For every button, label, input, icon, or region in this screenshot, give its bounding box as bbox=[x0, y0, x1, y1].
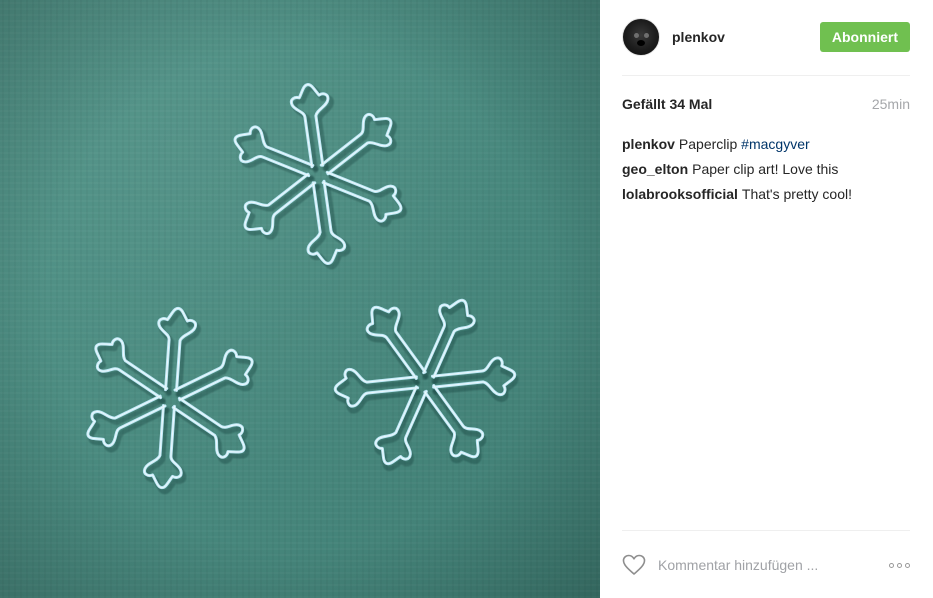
paperclip-snowflakes bbox=[0, 0, 600, 598]
post-sidebar: plenkov Abonniert Gefällt 34 Mal 25min p… bbox=[600, 0, 933, 598]
follow-button[interactable]: Abonniert bbox=[819, 22, 910, 52]
comments-list: plenkov Paperclip #macgyver geo_elton Pape… bbox=[622, 132, 910, 207]
more-options-icon[interactable] bbox=[889, 562, 910, 568]
post-footer bbox=[622, 547, 910, 583]
caption: plenkov Paperclip #macgyver bbox=[622, 132, 910, 157]
comment-text: That's pretty cool! bbox=[741, 186, 852, 202]
comment-text: Paper clip art! Love this bbox=[692, 161, 839, 177]
snowflake-right bbox=[306, 264, 545, 505]
hashtag-link[interactable]: #macgyver bbox=[741, 136, 809, 152]
more-dot bbox=[897, 562, 902, 568]
more-dot bbox=[905, 562, 910, 568]
avatar-nose bbox=[637, 40, 645, 46]
post-header: plenkov Abonniert bbox=[622, 17, 910, 57]
likes-count[interactable]: Gefällt 34 Mal bbox=[622, 96, 712, 112]
post-image[interactable] bbox=[0, 0, 600, 598]
more-dot bbox=[889, 562, 894, 568]
post-timestamp[interactable]: 25min bbox=[872, 96, 910, 112]
post-username[interactable]: plenkov bbox=[672, 29, 725, 45]
caption-text: Paperclip bbox=[678, 136, 738, 152]
likes-row: Gefällt 34 Mal 25min bbox=[622, 96, 910, 112]
avatar-eye bbox=[634, 33, 639, 38]
comment-item: lolabrooksofficial That's pretty cool! bbox=[622, 182, 910, 207]
footer-divider bbox=[622, 530, 910, 531]
comment-author[interactable]: lolabrooksofficial bbox=[622, 186, 738, 202]
avatar-eye bbox=[644, 33, 649, 38]
snowflake-left bbox=[76, 302, 268, 498]
comment-input[interactable] bbox=[656, 556, 870, 574]
instagram-post: plenkov Abonniert Gefällt 34 Mal 25min p… bbox=[0, 0, 933, 598]
comment-author[interactable]: geo_elton bbox=[622, 161, 688, 177]
caption-author[interactable]: plenkov bbox=[622, 136, 675, 152]
snowflake-top bbox=[218, 72, 421, 279]
comment-item: geo_elton Paper clip art! Love this bbox=[622, 157, 910, 182]
header-divider bbox=[622, 75, 910, 76]
heart-icon[interactable] bbox=[622, 553, 646, 577]
avatar[interactable] bbox=[622, 18, 660, 56]
